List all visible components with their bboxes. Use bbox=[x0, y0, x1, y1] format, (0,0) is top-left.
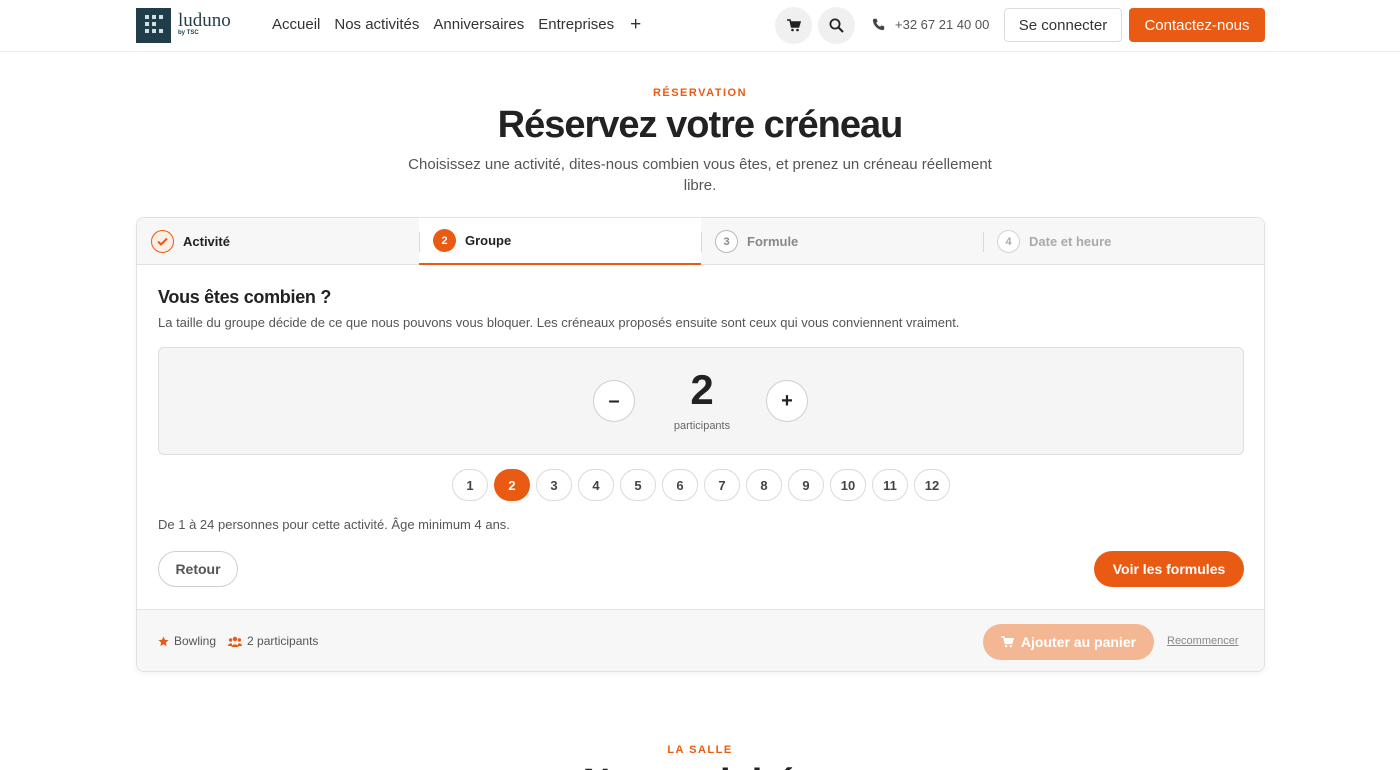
nav-anniversaires[interactable]: Anniversaires bbox=[433, 16, 524, 33]
cart-button[interactable] bbox=[775, 7, 812, 44]
step-number: 4 bbox=[997, 230, 1020, 253]
see-formulas-button[interactable]: Voir les formules bbox=[1094, 551, 1244, 587]
count-chip[interactable]: 7 bbox=[704, 469, 740, 501]
group-icon bbox=[228, 636, 243, 647]
next-section-eyebrow: LA SALLE bbox=[667, 744, 733, 756]
cart-icon bbox=[1000, 636, 1014, 648]
login-button[interactable]: Se connecter bbox=[1004, 8, 1122, 42]
quick-count-picker: 1 2 3 4 5 6 7 8 9 10 11 12 bbox=[452, 469, 950, 501]
step-groupe[interactable]: 2 Groupe bbox=[419, 218, 701, 265]
step-divider bbox=[983, 232, 984, 252]
contact-button[interactable]: Contactez-nous bbox=[1129, 8, 1265, 42]
check-icon bbox=[151, 230, 174, 253]
step-number: 2 bbox=[433, 229, 456, 252]
summary-participants: 2 participants bbox=[228, 634, 318, 648]
next-section-title: Nos activités bbox=[0, 762, 1400, 770]
participant-counter: – 2 participants + bbox=[158, 347, 1244, 455]
back-button[interactable]: Retour bbox=[158, 551, 238, 587]
step-divider bbox=[419, 232, 420, 252]
logo-subtitle: by TSC bbox=[178, 30, 199, 36]
nav-entreprises[interactable]: Entreprises bbox=[538, 16, 614, 33]
logo-text: luduno bbox=[178, 10, 231, 31]
capacity-info: De 1 à 24 personnes pour cette activité.… bbox=[158, 517, 510, 532]
step-label: Date et heure bbox=[1029, 234, 1112, 249]
count-chip[interactable]: 12 bbox=[914, 469, 950, 501]
count-chip[interactable]: 5 bbox=[620, 469, 656, 501]
summary-activity: Bowling bbox=[158, 634, 216, 648]
page-title: Réservez votre créneau bbox=[497, 104, 904, 146]
count-chip[interactable]: 6 bbox=[662, 469, 698, 501]
summary-activity-label: Bowling bbox=[174, 634, 217, 648]
step-formule[interactable]: 3 Formule bbox=[701, 218, 983, 265]
step-label: Activité bbox=[183, 234, 230, 249]
main-nav: Accueil Nos activités Anniversaires Entr… bbox=[272, 15, 641, 34]
booking-card: Activité 2 Groupe 3 Formule 4 Date et he… bbox=[136, 217, 1265, 672]
step-divider bbox=[701, 232, 702, 252]
count-chip[interactable]: 8 bbox=[746, 469, 782, 501]
booking-summary: Bowling 2 participants bbox=[158, 634, 330, 648]
participant-count: 2 bbox=[690, 366, 714, 413]
page-subtitle: Choisissez une activité, dites-nous comb… bbox=[408, 156, 992, 194]
stepper: Activité 2 Groupe 3 Formule 4 Date et he… bbox=[137, 218, 1264, 265]
search-button[interactable] bbox=[818, 7, 855, 44]
participant-count-label: participants bbox=[673, 420, 731, 432]
search-icon bbox=[829, 18, 844, 33]
step-label: Formule bbox=[747, 234, 799, 249]
count-chip[interactable]: 11 bbox=[872, 469, 908, 501]
restart-link[interactable]: Recommencer bbox=[1167, 635, 1239, 647]
star-icon bbox=[158, 635, 169, 646]
add-to-cart-button[interactable]: Ajouter au panier bbox=[983, 624, 1154, 660]
count-chip-selected[interactable]: 2 bbox=[494, 469, 530, 501]
increment-button[interactable]: + bbox=[766, 380, 808, 422]
group-title: Vous êtes combien ? bbox=[158, 287, 332, 307]
top-header: luduno by TSC Accueil Nos activités Anni… bbox=[0, 0, 1400, 52]
nav-accueil[interactable]: Accueil bbox=[272, 16, 320, 33]
logo[interactable]: luduno bbox=[136, 8, 231, 43]
section-eyebrow: RÉSERVATION bbox=[652, 87, 748, 99]
count-chip[interactable]: 3 bbox=[536, 469, 572, 501]
phone-icon bbox=[872, 18, 885, 31]
phone-link[interactable]: +32 67 21 40 00 bbox=[872, 17, 989, 32]
count-chip[interactable]: 4 bbox=[578, 469, 614, 501]
cart-icon bbox=[786, 19, 801, 32]
count-chip[interactable]: 1 bbox=[452, 469, 488, 501]
phone-number: +32 67 21 40 00 bbox=[895, 17, 990, 32]
step-label: Groupe bbox=[465, 233, 512, 248]
step-number: 3 bbox=[715, 230, 738, 253]
count-chip[interactable]: 9 bbox=[788, 469, 824, 501]
nav-activites[interactable]: Nos activités bbox=[334, 16, 419, 33]
decrement-button[interactable]: – bbox=[593, 380, 635, 422]
summary-participants-label: 2 participants bbox=[247, 634, 319, 648]
step-activite[interactable]: Activité bbox=[137, 218, 419, 265]
logo-mark-icon bbox=[136, 8, 171, 43]
group-subtitle: La taille du groupe décide de ce que nou… bbox=[158, 315, 960, 330]
nav-more-button[interactable]: + bbox=[630, 15, 641, 34]
add-to-cart-label: Ajouter au panier bbox=[1020, 634, 1137, 650]
count-chip[interactable]: 10 bbox=[830, 469, 866, 501]
step-date-heure[interactable]: 4 Date et heure bbox=[983, 218, 1264, 265]
booking-summary-bar: Bowling 2 participants Ajouter au panier… bbox=[137, 609, 1264, 671]
